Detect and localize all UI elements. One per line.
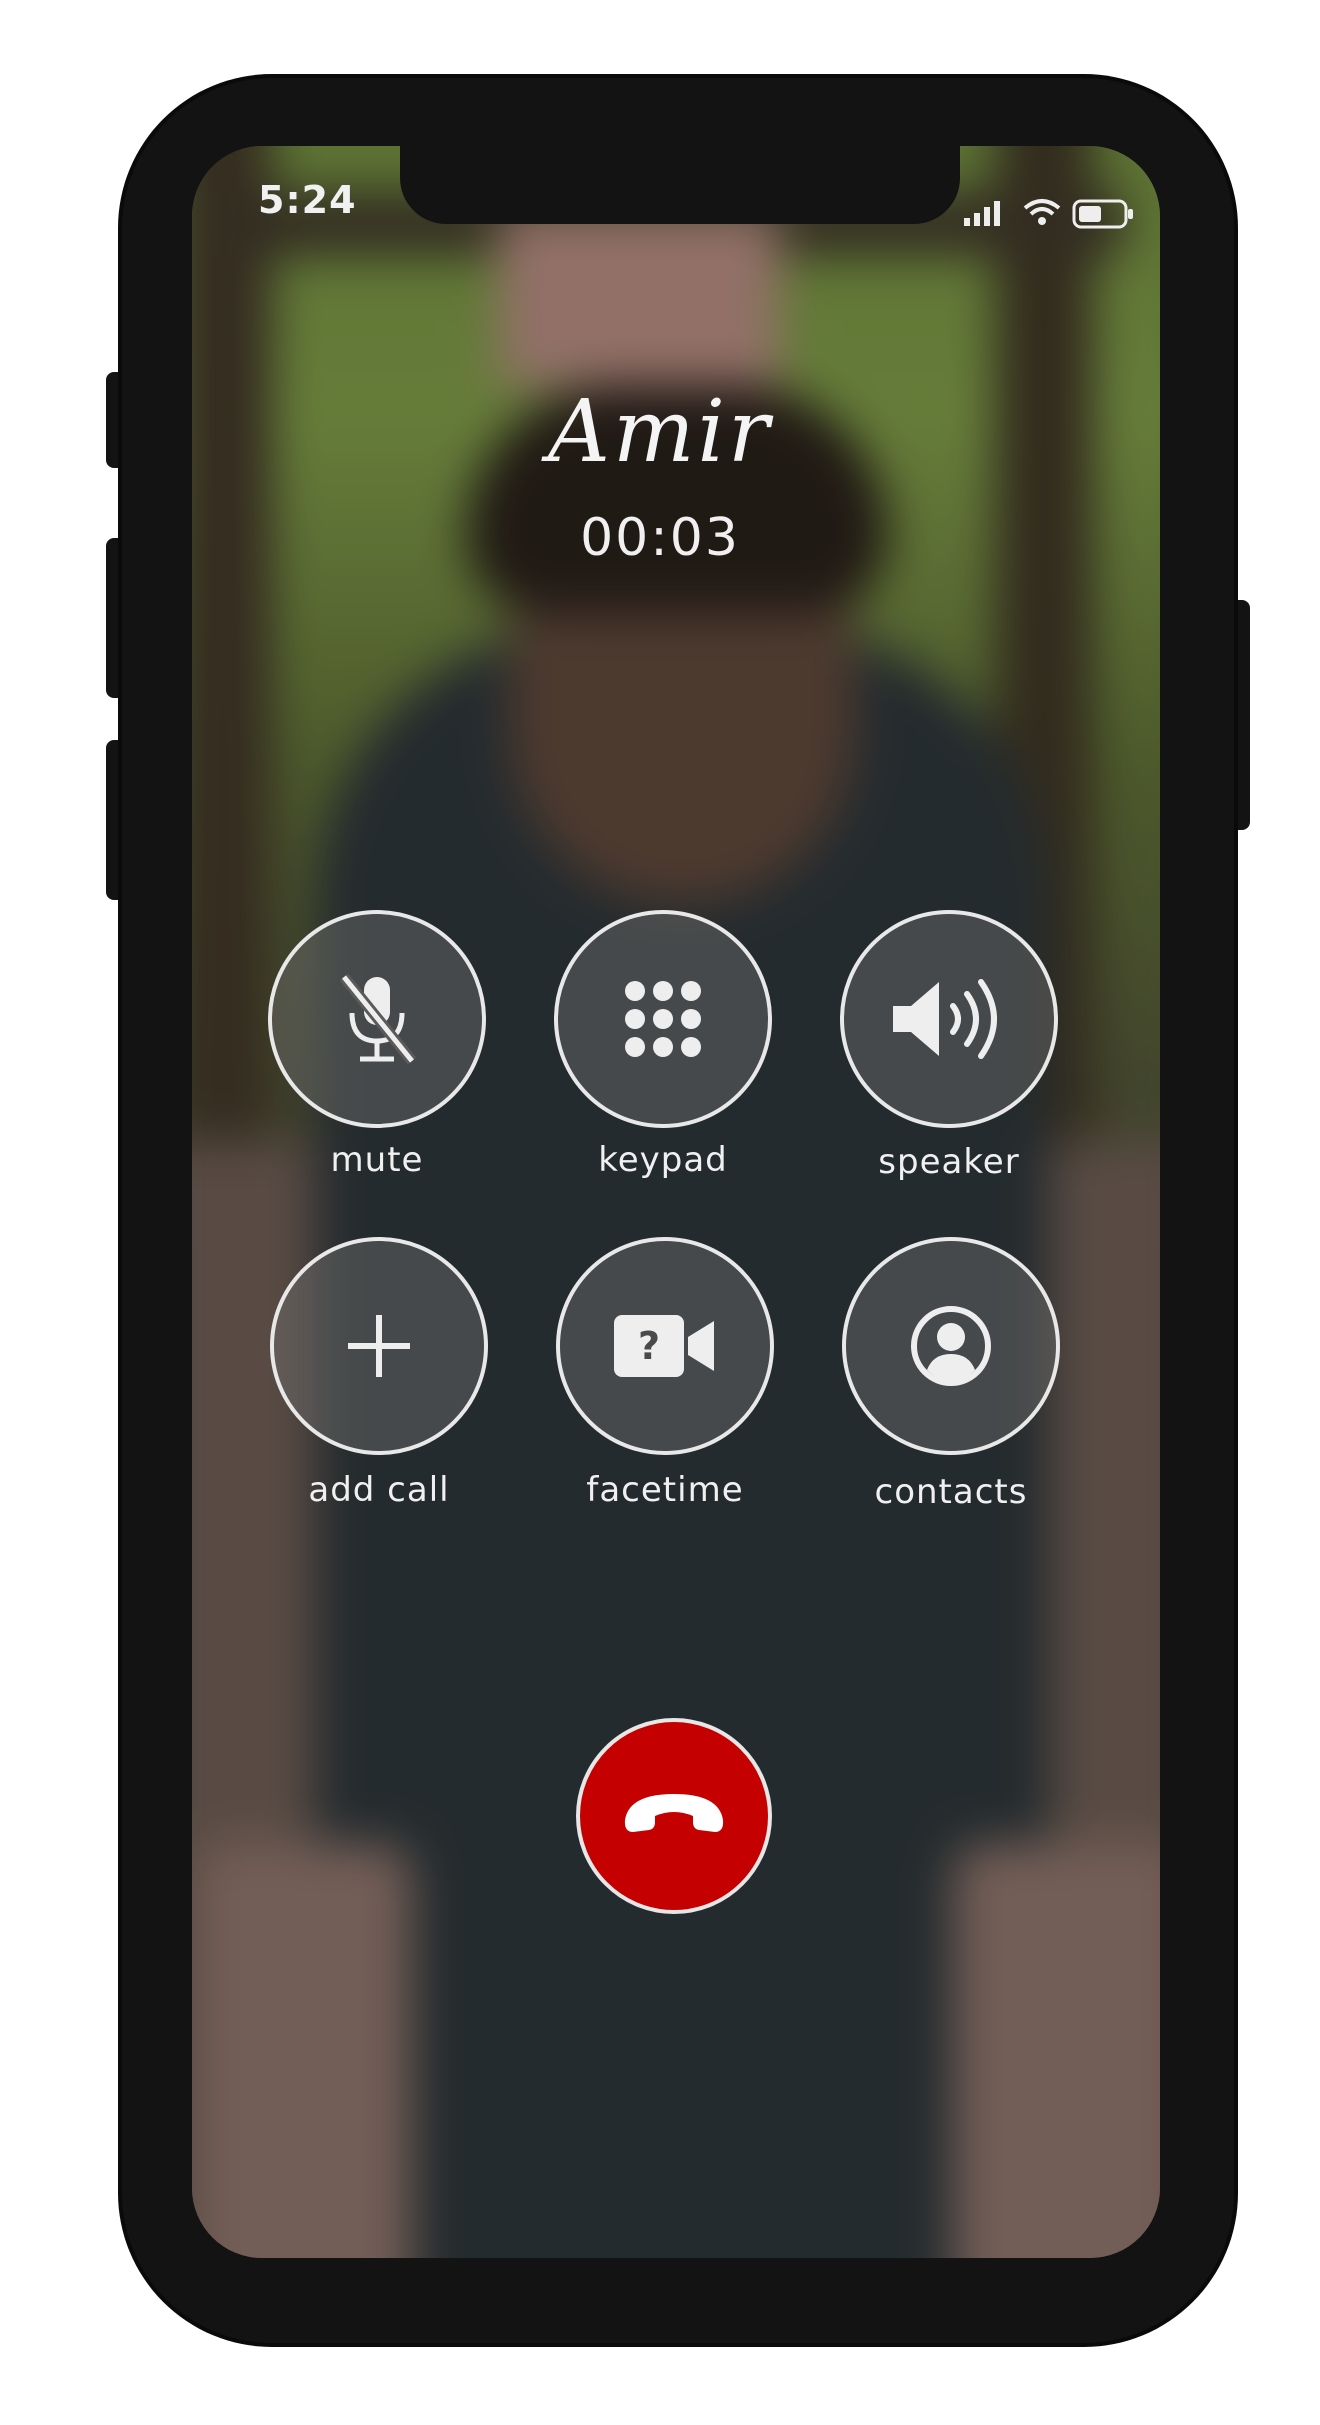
facetime-button[interactable]: ? xyxy=(556,1237,774,1455)
battery-icon xyxy=(1072,199,1133,229)
keypad-button[interactable] xyxy=(554,910,772,1128)
contacts-label: contacts xyxy=(874,1472,1028,1512)
signal-icon xyxy=(964,201,1000,226)
contacts-button[interactable] xyxy=(842,1237,1060,1455)
mute-button[interactable] xyxy=(268,910,486,1128)
add-call-label: add call xyxy=(308,1470,450,1510)
speaker-label: speaker xyxy=(878,1142,1020,1182)
speaker-icon xyxy=(893,979,997,1059)
phone-hangup-icon xyxy=(624,1794,724,1832)
call-duration: 00:03 xyxy=(580,508,740,568)
keypad-label: keypad xyxy=(598,1140,728,1180)
wifi-icon xyxy=(1023,199,1061,225)
facetime-label: facetime xyxy=(586,1470,744,1510)
notch xyxy=(400,146,960,224)
mute-label: mute xyxy=(330,1140,424,1180)
speaker-button[interactable] xyxy=(840,910,1058,1128)
plus-icon xyxy=(348,1315,410,1377)
mic-slash-icon xyxy=(339,973,417,1065)
add-call-button[interactable] xyxy=(270,1237,488,1455)
status-time: 5:24 xyxy=(258,178,357,222)
svg-text:?: ? xyxy=(638,1324,660,1368)
end-call-button[interactable] xyxy=(576,1718,772,1914)
contact-name: Amir xyxy=(547,382,773,482)
keypad-icon xyxy=(625,981,701,1057)
video-camera-icon: ? xyxy=(614,1315,714,1377)
person-circle-icon xyxy=(911,1306,991,1386)
